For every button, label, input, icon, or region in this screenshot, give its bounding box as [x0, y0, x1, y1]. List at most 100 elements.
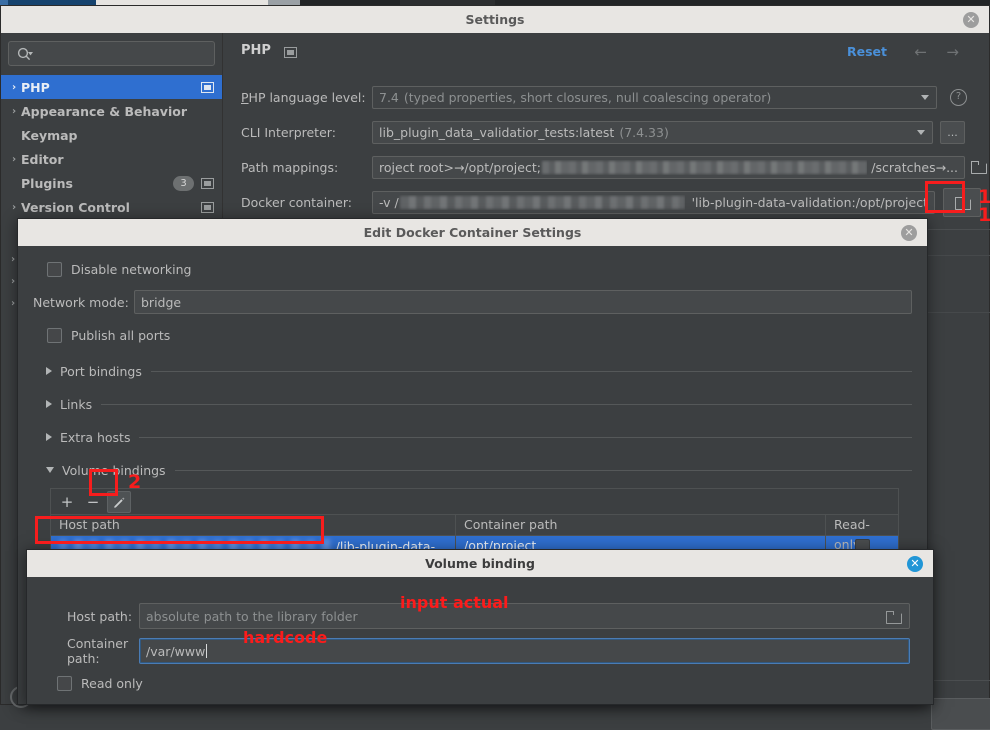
- redacted-path-value: [541, 160, 867, 174]
- cli-interpreter-label: CLI Interpreter:: [241, 124, 336, 140]
- page-title: PHP: [241, 43, 271, 58]
- network-mode-row: Network mode: bridge: [33, 289, 912, 315]
- network-mode-value: bridge: [141, 294, 182, 310]
- content-header: PHP Reset ← →: [224, 33, 989, 68]
- publish-all-ports-row[interactable]: Publish all ports: [47, 324, 912, 346]
- folder-icon[interactable]: [886, 611, 902, 624]
- reset-button[interactable]: Reset: [847, 44, 887, 59]
- nav-back-icon[interactable]: ←: [914, 43, 927, 61]
- settings-window-title: Settings: [465, 12, 525, 27]
- nav-forward-icon[interactable]: →: [946, 43, 959, 61]
- sidebar-item-keymap[interactable]: Keymap: [1, 123, 222, 147]
- disable-networking-checkbox[interactable]: [47, 261, 62, 277]
- host-path-placeholder: absolute path to the library folder: [146, 608, 358, 624]
- chevron-right-icon: ›: [11, 276, 16, 287]
- column-header-container-path[interactable]: Container path: [456, 515, 826, 535]
- sidebar-item-label: Version Control: [21, 199, 130, 215]
- section-label: Port bindings: [60, 363, 142, 379]
- close-icon[interactable]: ✕: [907, 556, 923, 572]
- folder-icon: [954, 196, 971, 210]
- help-icon[interactable]: ?: [950, 88, 967, 106]
- column-header-read-only[interactable]: Read-only: [826, 515, 898, 552]
- section-links[interactable]: Links: [33, 393, 912, 415]
- folder-icon[interactable]: [971, 161, 987, 174]
- docker-container-value-end: 'lib-plugin-data-validation:/opt/project: [691, 194, 928, 210]
- volume-bindings-header-row: Host path Container path Read-only: [50, 514, 899, 552]
- sidebar-item-php[interactable]: › PHP: [1, 75, 222, 99]
- background-frame: [924, 255, 990, 313]
- field-cli-interpreter: CLI Interpreter: lib_plugin_data_validat…: [224, 119, 989, 145]
- plugins-count-badge: 3: [173, 175, 194, 191]
- docker-container-label: Docker container:: [241, 194, 352, 210]
- publish-all-ports-label: Publish all ports: [71, 327, 171, 343]
- cli-interpreter-hint: (7.4.33): [619, 124, 669, 140]
- search-input[interactable]: [8, 41, 215, 66]
- php-language-level-hint: (typed properties, short closures, null …: [403, 89, 772, 105]
- remove-binding-button[interactable]: −: [81, 491, 105, 513]
- edit-binding-button[interactable]: [107, 490, 131, 513]
- section-extra-hosts[interactable]: Extra hosts: [33, 426, 912, 448]
- chevron-down-icon[interactable]: [917, 129, 925, 135]
- docker-container-value-start: -v /: [379, 194, 399, 210]
- redacted-path-value: [399, 195, 685, 209]
- chevron-right-icon: [46, 433, 52, 441]
- path-mappings-value-start: roject root>→/opt/project;: [379, 159, 541, 175]
- host-path-input[interactable]: absolute path to the library folder: [139, 603, 910, 629]
- path-mappings-input[interactable]: roject root>→/opt/project; /scratches→..…: [372, 155, 965, 179]
- read-only-label: Read only: [81, 675, 143, 691]
- column-header-host-path[interactable]: Host path: [51, 515, 456, 535]
- docker-container-input[interactable]: -v / 'lib-plugin-data-validation:/opt/pr…: [372, 190, 935, 214]
- chevron-down-icon[interactable]: [921, 94, 929, 100]
- disable-networking-label: Disable networking: [71, 261, 192, 277]
- cli-interpreter-value: lib_plugin_data_validatior_tests:latest: [379, 124, 615, 140]
- mnemonic: P: [241, 89, 249, 105]
- close-icon[interactable]: ✕: [963, 12, 979, 28]
- section-port-bindings[interactable]: Port bindings: [33, 360, 912, 382]
- host-path-row: Host path: absolute path to the library …: [27, 603, 933, 629]
- text-caret: [206, 644, 208, 658]
- network-mode-label: Network mode:: [33, 294, 129, 310]
- close-icon[interactable]: ✕: [901, 225, 917, 241]
- volume-binding-body: Host path: absolute path to the library …: [27, 577, 933, 704]
- search-icon: [17, 47, 33, 61]
- settings-titlebar: Settings ✕: [1, 6, 989, 33]
- disable-networking-row[interactable]: Disable networking: [47, 258, 912, 280]
- section-divider: [101, 403, 912, 405]
- sidebar-item-label: Appearance & Behavior: [21, 103, 187, 119]
- sidebar-item-appearance-behavior[interactable]: › Appearance & Behavior: [1, 99, 222, 123]
- read-only-checkbox[interactable]: [57, 675, 72, 691]
- section-divider: [139, 436, 912, 438]
- sidebar-item-editor[interactable]: › Editor: [1, 147, 222, 171]
- docker-container-browse-button[interactable]: [943, 187, 981, 217]
- php-language-level-label: PHP language level:: [241, 89, 366, 105]
- php-language-level-select[interactable]: 7.4 (typed properties, short closures, n…: [372, 85, 937, 109]
- field-path-mappings: Path mappings: roject root>→/opt/project…: [224, 154, 989, 180]
- path-mappings-label: Path mappings:: [241, 159, 339, 175]
- section-divider: [174, 469, 912, 471]
- section-volume-bindings[interactable]: Volume bindings: [33, 459, 912, 481]
- section-label: Volume bindings: [62, 462, 166, 478]
- read-only-row[interactable]: Read only: [57, 672, 143, 694]
- docker-dialog-title: Edit Docker Container Settings: [363, 225, 582, 240]
- background-divider: [928, 229, 990, 230]
- publish-all-ports-checkbox[interactable]: [47, 327, 62, 343]
- volume-binding-dialog: Volume binding ✕ Host path: absolute pat…: [26, 549, 934, 705]
- path-mappings-value-end: /scratches→...: [871, 159, 958, 175]
- pencil-icon: [114, 497, 125, 508]
- container-path-input[interactable]: /var/www: [139, 638, 910, 664]
- volume-bindings-toolbar: + −: [50, 488, 899, 514]
- sidebar-item-label: Keymap: [21, 127, 78, 143]
- sidebar-item-plugins[interactable]: Plugins 3: [1, 171, 222, 195]
- sidebar-item-version-control[interactable]: › Version Control: [1, 195, 222, 219]
- chevron-right-icon: ›: [11, 201, 17, 213]
- cli-interpreter-browse-button[interactable]: ...: [940, 120, 965, 144]
- field-php-language-level: PHP language level: 7.4 (typed propertie…: [224, 84, 989, 110]
- chevron-right-icon: ›: [11, 254, 16, 265]
- sidebar-item-label: Plugins: [21, 175, 73, 191]
- docker-dialog-titlebar: Edit Docker Container Settings ✕: [18, 219, 927, 246]
- cli-interpreter-select[interactable]: lib_plugin_data_validatior_tests:latest …: [372, 120, 933, 144]
- add-binding-button[interactable]: +: [55, 491, 79, 513]
- chevron-right-icon: [46, 400, 52, 408]
- panel-marker-icon: [201, 201, 214, 213]
- network-mode-input[interactable]: bridge: [134, 290, 912, 314]
